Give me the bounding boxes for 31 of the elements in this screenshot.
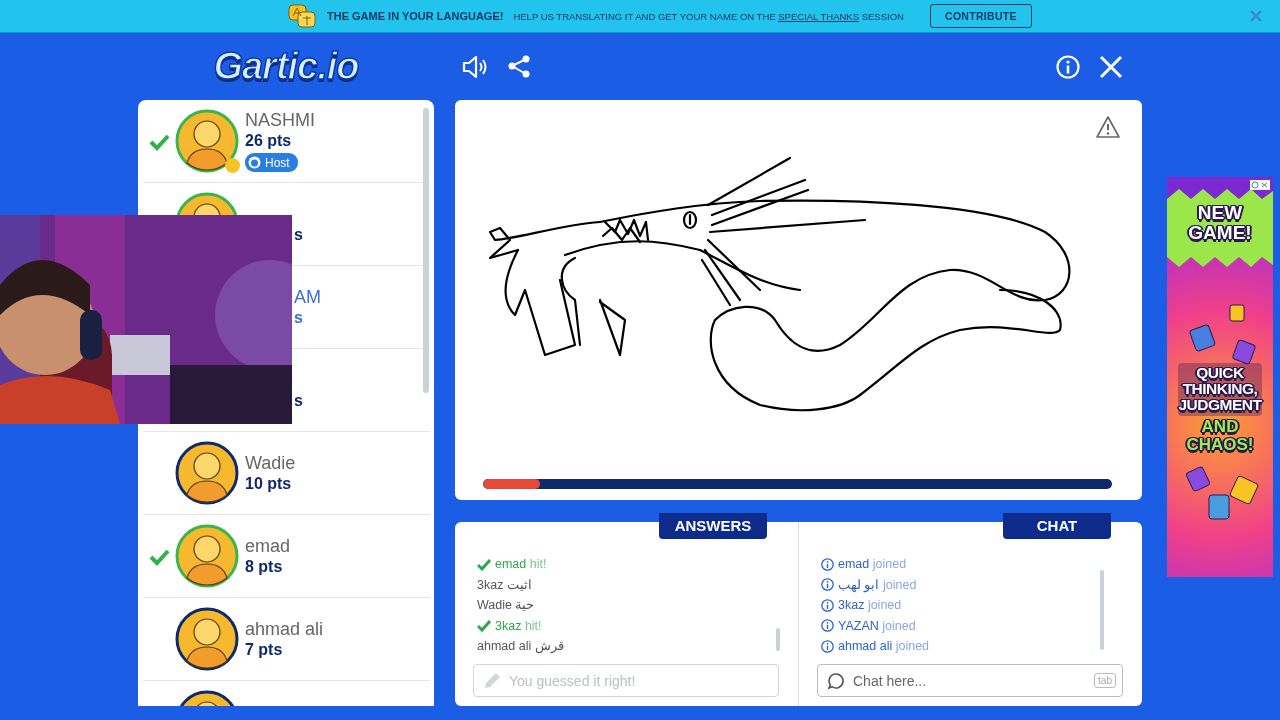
ad-tagline-accent: AND CHAOS!	[1186, 417, 1254, 454]
player-points: 10 pts	[245, 473, 292, 494]
chat-message: 3kaz joined	[838, 597, 902, 614]
player-name: ahmad ali	[245, 618, 324, 640]
player-name: AM	[294, 286, 321, 308]
answer-message: emad hit!	[495, 556, 547, 573]
key-hint: tab	[1094, 673, 1116, 688]
chat-message: emad joined	[838, 556, 907, 573]
player-points: 7 pts	[245, 639, 283, 660]
player-name: emad	[245, 535, 291, 557]
player-points: s	[294, 390, 303, 411]
player-points: s	[294, 307, 303, 328]
section-heading: ANSWERS	[659, 513, 767, 539]
player-name: Wadie	[245, 452, 296, 474]
player-points: 8 pts	[245, 556, 283, 577]
ad-banner[interactable]: NEW GAME! QUICK THINKING, JUDGMENT AND CHAOS!	[1167, 177, 1273, 577]
banner-headline: THE GAME IN YOUR LANGUAGE!	[327, 10, 504, 22]
special-thanks-link[interactable]: SPECIAL THANKS	[778, 10, 860, 22]
player-points: 26 pts	[245, 131, 292, 151]
chat-message: ahmad ali joined	[838, 638, 930, 655]
player-points: s	[294, 224, 303, 245]
contribute-button[interactable]: CONTRIBUTE	[929, 4, 1032, 28]
host-badge: Host	[245, 153, 298, 172]
section-heading: CHAT	[1003, 513, 1111, 539]
game-logo: Gartic.io	[213, 45, 359, 88]
banner-message: HELP US TRANSLATING IT AND GET YOUR NAME ON THE SPECIAL THANKS SESSION	[513, 10, 904, 22]
ad-tagline: QUICK THINKING, JUDGMENT	[1177, 362, 1263, 416]
chat-message: YAZAN joined	[838, 617, 916, 635]
player-name: NASHMI	[245, 110, 315, 131]
ad-headline: NEW GAME!	[1188, 203, 1252, 243]
answer-message: 3kaz hit!	[495, 617, 542, 635]
